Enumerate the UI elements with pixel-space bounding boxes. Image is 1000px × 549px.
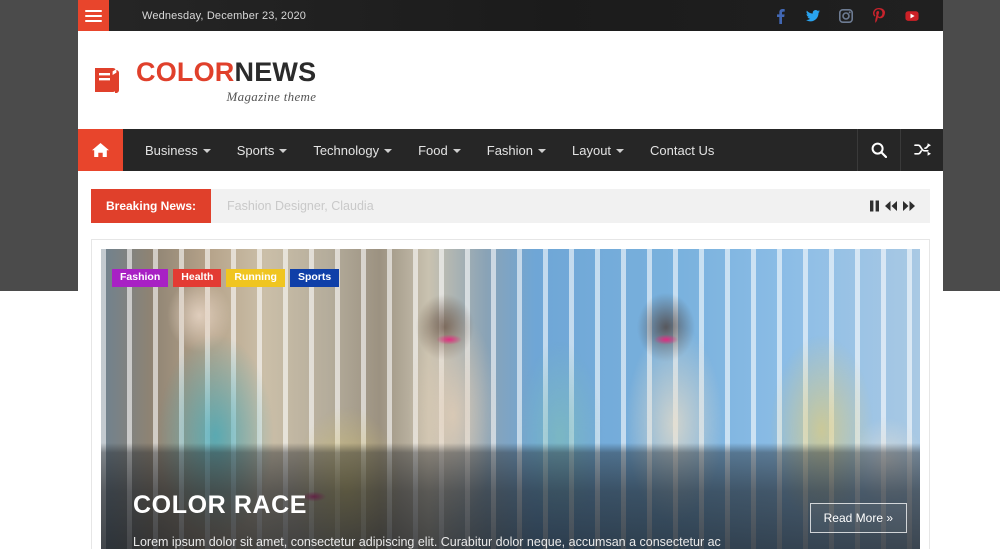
nav-item-label: Technology — [313, 142, 380, 158]
breaking-news-headline[interactable]: Fashion Designer, Claudia — [211, 189, 374, 223]
current-date: Wednesday, December 23, 2020 — [142, 9, 307, 22]
twitter-icon[interactable] — [806, 8, 820, 24]
nav-item-business[interactable]: Business — [132, 129, 224, 171]
slide-title[interactable]: COLOR RACE — [133, 492, 888, 520]
featured-slide[interactable]: Fashion Health Running Sports COLOR RACE… — [101, 249, 920, 549]
nav-tools — [857, 129, 943, 171]
nav-item-label: Fashion — [486, 142, 533, 158]
hamburger-line — [85, 9, 102, 12]
logo-title: COLORNEWS — [136, 57, 316, 87]
instagram-icon[interactable] — [839, 8, 853, 24]
nav-item-contact-us[interactable]: Contact Us — [637, 129, 727, 171]
nav-item-sports[interactable]: Sports — [224, 129, 301, 171]
slide-caption: COLOR RACE Lorem ipsum dolor sit amet, c… — [133, 492, 907, 549]
chevron-down-icon — [538, 149, 546, 153]
category-tag-sports[interactable]: Sports — [289, 269, 340, 287]
nav-item-label: Contact Us — [650, 142, 715, 158]
home-icon[interactable] — [78, 129, 123, 171]
hamburger-line — [85, 14, 102, 17]
logo-text: COLORNEWS Magazine theme — [136, 57, 317, 104]
desktop-background-right — [943, 0, 1000, 291]
logo-title-news: NEWS — [234, 57, 317, 87]
main-navigation: Business Sports Technology Food Fashion … — [78, 129, 943, 171]
category-tag-fashion[interactable]: Fashion — [112, 269, 169, 287]
logo-tagline: Magazine theme — [226, 89, 317, 104]
search-icon[interactable] — [857, 129, 900, 171]
category-tag-health[interactable]: Health — [173, 269, 222, 287]
hamburger-icon[interactable] — [78, 0, 109, 31]
featured-slider-card: Fashion Health Running Sports COLOR RACE… — [91, 239, 930, 549]
logo-title-color: COLOR — [136, 57, 235, 87]
nav-item-label: Food — [418, 142, 448, 158]
desktop-background-left — [0, 0, 78, 291]
read-more-button[interactable]: Read More » — [809, 503, 907, 533]
social-links — [773, 8, 943, 24]
nav-item-label: Sports — [236, 142, 275, 158]
facebook-icon[interactable] — [773, 8, 787, 24]
category-tag-running[interactable]: Running — [226, 269, 285, 287]
random-post-icon[interactable] — [900, 129, 943, 171]
next-button[interactable] — [902, 200, 916, 212]
category-tag-list: Fashion Health Running Sports — [112, 269, 340, 287]
book-logo-icon — [89, 62, 125, 98]
site-logo[interactable]: COLORNEWS Magazine theme — [89, 57, 316, 103]
nav-item-label: Layout — [572, 142, 612, 158]
pinterest-icon[interactable] — [872, 8, 886, 24]
website-page: Wednesday, December 23, 2020 COLORNEWS M… — [78, 0, 943, 549]
nav-item-list: Business Sports Technology Food Fashion … — [123, 129, 727, 171]
site-header: COLORNEWS Magazine theme — [78, 31, 943, 129]
youtube-icon[interactable] — [905, 8, 919, 24]
chevron-down-icon — [384, 149, 393, 153]
chevron-down-icon — [452, 149, 461, 153]
nav-item-label: Business — [145, 142, 198, 158]
nav-item-food[interactable]: Food — [405, 129, 474, 171]
breaking-news-controls — [869, 189, 930, 223]
top-utility-bar: Wednesday, December 23, 2020 — [78, 0, 943, 31]
chevron-down-icon — [616, 149, 625, 153]
breaking-news-label: Breaking News: — [91, 189, 212, 223]
nav-item-layout[interactable]: Layout — [559, 129, 637, 171]
nav-item-technology[interactable]: Technology — [300, 129, 405, 171]
pause-button[interactable] — [869, 200, 880, 212]
chevron-down-icon — [202, 149, 211, 153]
previous-button[interactable] — [884, 200, 898, 212]
hamburger-line — [85, 19, 102, 22]
slide-excerpt: Lorem ipsum dolor sit amet, consectetur … — [133, 534, 721, 549]
chevron-down-icon — [279, 149, 288, 153]
nav-item-fashion[interactable]: Fashion — [474, 129, 559, 171]
breaking-news-bar: Breaking News: Fashion Designer, Claudia — [91, 189, 930, 223]
